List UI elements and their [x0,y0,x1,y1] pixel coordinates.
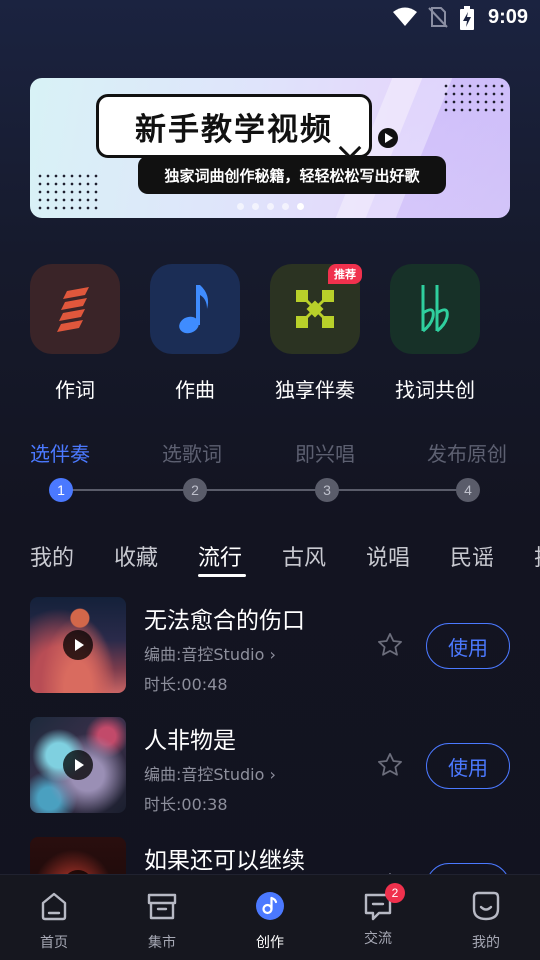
market-icon [147,893,177,920]
nav-label: 创作 [256,935,284,951]
bottom-nav: 首页 集市 创作 2 交流 我的 [0,874,540,960]
cross-arrows-icon [296,290,334,328]
banner-title: 新手教学视频 [96,94,372,158]
nav-label: 集市 [148,935,176,951]
pager-dot [281,203,289,210]
status-bar: 9:09 [0,0,540,36]
feature-lyrics[interactable]: 作词 [30,264,120,403]
step-label: 即兴唱 [295,442,355,466]
pager-dot [251,203,259,210]
song-cover[interactable] [30,597,126,693]
chat-icon-wrap: 2 [361,883,405,923]
wifi-icon [393,7,417,26]
nav-label: 首页 [40,935,68,951]
step-number: 2 [183,478,207,502]
creation-steps: 选伴奏 选歌词 即兴唱 发布原创 [0,438,540,466]
tutorial-banner[interactable]: 新手教学视频 独家词曲创作秘籍，轻轻松松写出好歌 [30,78,510,218]
feature-label: 作曲 [175,378,215,402]
active-tab-indicator [198,574,246,577]
tab-rap[interactable]: 说唱 [366,540,410,572]
no-sim-icon [428,7,448,28]
song-title: 无法愈合的伤口 [144,608,305,634]
play-icon [378,128,398,148]
steps-progress-line [62,489,468,491]
feature-tile [150,264,240,354]
use-button[interactable]: 使用 [426,743,510,789]
step-label: 选伴奏 [30,442,90,466]
feature-exclusive-accompaniment[interactable]: 推荐 独享伴奏 [270,264,362,403]
feature-compose[interactable]: 作曲 [150,264,240,403]
lyrics-lines-icon [57,287,89,332]
play-icon[interactable] [63,630,93,660]
step-number: 3 [315,478,339,502]
feature-label: 找词共创 [395,378,475,402]
status-time: 9:09 [487,6,528,28]
star-icon[interactable] [376,751,404,779]
battery-charging-icon [460,6,474,30]
song-duration: 时长:00:38 [144,795,228,814]
tab-favorites[interactable]: 收藏 [114,540,158,572]
home-icon [41,892,67,921]
step-number: 1 [49,478,73,502]
recommend-badge: 推荐 [328,264,362,284]
step-number: 4 [456,478,480,502]
feature-label: 作词 [55,378,95,402]
song-title: 人非物是 [144,728,236,754]
list-item[interactable]: 如果还可以继续 使用 [30,837,510,874]
category-tabs: 我的 收藏 流行 古风 说唱 民谣 技 [0,540,540,580]
use-button[interactable]: 使用 [426,623,510,669]
nav-create[interactable]: 创作 [240,889,300,952]
feature-label: 独享伴奏 [275,378,355,402]
step-label: 发布原创 [427,442,507,466]
feature-tile: 推荐 [270,264,362,354]
step-label: 选歌词 [162,442,222,466]
tab-folk[interactable]: 民谣 [450,540,494,572]
double-flat-icon [421,285,449,333]
song-composer[interactable]: 编曲:音控Studio › [144,761,276,785]
song-composer-text: 编曲:音控Studio [144,645,265,664]
nav-label: 交流 [364,931,392,947]
nav-market[interactable]: 集市 [132,889,192,952]
pager-dot [236,203,244,210]
pager-dot [266,203,274,210]
profile-icon [472,891,500,921]
tab-ancient-style[interactable]: 古风 [282,540,326,572]
song-duration: 时长:00:48 [144,675,228,694]
song-cover[interactable] [30,837,126,874]
banner-dots-right [442,82,506,114]
nav-profile[interactable]: 我的 [456,889,516,952]
banner-subtitle: 独家词曲创作秘籍，轻轻松松写出好歌 [138,156,446,194]
feature-tile [390,264,480,354]
chevron-right-icon: › [269,765,276,784]
unread-badge: 2 [385,883,405,903]
play-icon[interactable] [63,750,93,780]
tab-pop[interactable]: 流行 [198,540,242,572]
nav-chat[interactable]: 2 交流 [348,883,408,948]
feature-tile [30,264,120,354]
pager-dot-active [296,203,304,210]
star-icon[interactable] [376,631,404,659]
nav-label: 我的 [472,935,500,951]
list-item[interactable]: 人非物是 编曲:音控Studio › 时长:00:38 使用 [30,717,510,817]
nav-home[interactable]: 首页 [24,889,84,952]
list-item[interactable]: 无法愈合的伤口 编曲:音控Studio › 时长:00:48 使用 [30,597,510,697]
banner-pager [30,203,510,210]
song-cover[interactable] [30,717,126,813]
tab-more[interactable]: 技 [534,540,540,572]
song-title: 如果还可以继续 [144,848,305,874]
tab-mine[interactable]: 我的 [30,540,74,572]
feature-co-create[interactable]: 找词共创 [390,264,480,403]
music-note-icon [179,285,209,334]
song-list: 无法愈合的伤口 编曲:音控Studio › 时长:00:48 使用 人非物是 编… [0,596,540,874]
song-composer-text: 编曲:音控Studio [144,765,265,784]
song-composer[interactable]: 编曲:音控Studio › [144,641,276,665]
create-icon [256,892,284,920]
use-button[interactable]: 使用 [426,863,510,874]
chevron-right-icon: › [269,645,276,664]
